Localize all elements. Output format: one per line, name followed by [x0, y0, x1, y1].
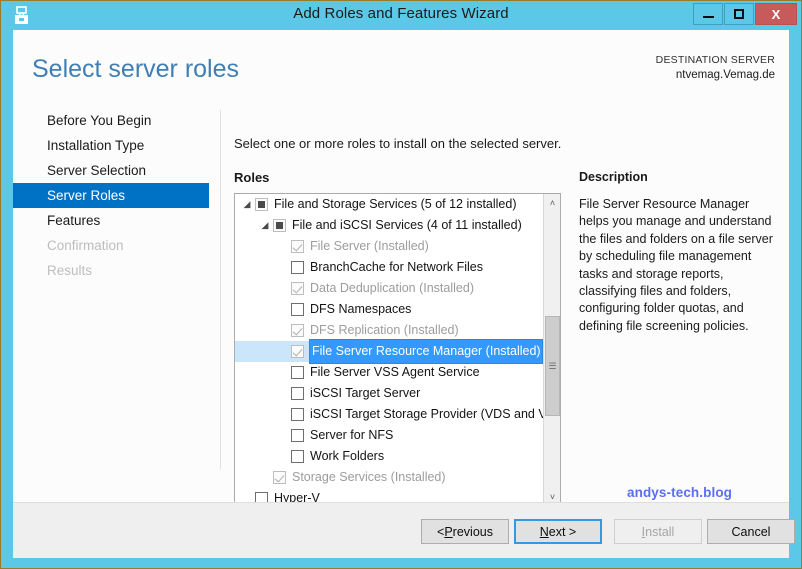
nav-item-label: Server Roles — [47, 188, 126, 203]
role-label: File Server VSS Agent Service — [310, 365, 480, 379]
role-checkbox[interactable] — [291, 303, 304, 316]
role-label: Data Deduplication (Installed) — [310, 281, 474, 295]
role-label: Storage Services (Installed) — [292, 470, 446, 484]
role-checkbox[interactable] — [291, 387, 304, 400]
next-button[interactable]: Next > — [514, 519, 602, 544]
description-body: File Server Resource Manager helps you m… — [579, 197, 773, 333]
wizard-window: Add Roles and Features Wizard X Select s… — [0, 0, 802, 569]
maximize-button[interactable] — [724, 3, 754, 25]
tree-row[interactable]: Storage Services (Installed) — [235, 467, 543, 488]
nav-item-label: Before You Begin — [47, 113, 152, 128]
tree-row[interactable]: File Server (Installed) — [235, 236, 543, 257]
nav-item-features[interactable]: Features — [13, 208, 209, 233]
nav-item-label: Results — [47, 263, 93, 278]
role-label: DFS Replication (Installed) — [310, 323, 459, 337]
nav-item-before-you-begin[interactable]: Before You Begin — [13, 108, 209, 133]
destination-server-name: ntvemag.Vemag.de — [675, 69, 775, 81]
wizard-steps-nav: Before You Begin Installation Type Server … — [13, 108, 209, 283]
role-label: Work Folders — [310, 449, 385, 463]
tree-row[interactable]: DFS Replication (Installed) — [235, 320, 543, 341]
install-button: Install — [614, 519, 702, 544]
role-checkbox — [291, 282, 304, 295]
role-checkbox[interactable] — [291, 366, 304, 379]
nav-item-server-roles[interactable]: Server Roles — [13, 183, 209, 208]
role-label: DFS Namespaces — [310, 302, 412, 316]
nav-item-confirmation: Confirmation — [13, 233, 209, 258]
close-button[interactable]: X — [755, 3, 797, 25]
nav-item-installation-type[interactable]: Installation Type — [13, 133, 209, 158]
nav-divider — [220, 110, 221, 470]
nav-item-label: Server Selection — [47, 163, 147, 178]
nav-item-label: Confirmation — [47, 238, 124, 253]
tree-row[interactable]: iSCSI Target Server — [235, 383, 543, 404]
nav-item-results: Results — [13, 258, 209, 283]
role-checkbox[interactable] — [291, 408, 304, 421]
role-checkbox — [273, 471, 286, 484]
nav-item-server-selection[interactable]: Server Selection — [13, 158, 209, 183]
description-title: Description — [579, 170, 648, 184]
tree-row[interactable]: Data Deduplication (Installed) — [235, 278, 543, 299]
close-icon: X — [771, 6, 781, 22]
window-title: Add Roles and Features Wizard — [293, 5, 509, 22]
role-checkbox[interactable] — [255, 198, 268, 211]
wizard-content: Select server roles DESTINATION SERVER n… — [13, 30, 789, 523]
title-bar: Add Roles and Features Wizard X — [1, 1, 801, 30]
role-checkbox[interactable] — [291, 261, 304, 274]
tree-row[interactable]: File Server Resource Manager (Installed) — [235, 339, 543, 364]
role-label: File Server (Installed) — [310, 239, 429, 253]
roles-tree[interactable]: ◢ File and Storage Services (5 of 12 inst… — [234, 193, 561, 523]
page-title: Select server roles — [32, 55, 240, 83]
role-label: File Server Resource Manager (Installed) — [309, 339, 543, 364]
roles-tree-viewport: ◢ File and Storage Services (5 of 12 inst… — [235, 194, 543, 505]
destination-server-block: DESTINATION SERVER ntvemag.Vemag.de — [656, 53, 775, 83]
role-label: iSCSI Target Storage Provider (VDS and V… — [310, 407, 543, 421]
role-checkbox[interactable] — [291, 450, 304, 463]
nav-item-label: Features — [47, 213, 101, 228]
vertical-scroll-thumb[interactable]: ☰ — [545, 316, 560, 416]
tree-row[interactable]: Work Folders — [235, 446, 543, 467]
role-checkbox — [291, 240, 304, 253]
minimize-button[interactable] — [693, 3, 723, 25]
role-label: iSCSI Target Server — [310, 386, 421, 400]
maximize-icon — [734, 9, 744, 19]
tree-row[interactable]: File Server VSS Agent Service — [235, 362, 543, 383]
role-checkbox[interactable] — [273, 219, 286, 232]
wizard-footer: < Previous Next > Install Cancel — [13, 502, 795, 558]
watermark: andys-tech.blog — [627, 485, 733, 500]
role-label: File and iSCSI Services (4 of 11 install… — [292, 218, 522, 232]
cancel-button[interactable]: Cancel — [707, 519, 795, 544]
role-label: BranchCache for Network Files — [310, 260, 483, 274]
nav-item-label: Installation Type — [47, 138, 145, 153]
instruction-text: Select one or more roles to install on t… — [234, 136, 562, 151]
role-label: Server for NFS — [310, 428, 394, 442]
tree-row[interactable]: ◢ File and iSCSI Services (4 of 11 instal… — [235, 215, 543, 236]
role-checkbox — [291, 324, 304, 337]
tree-row[interactable]: BranchCache for Network Files — [235, 257, 543, 278]
tree-row[interactable]: DFS Namespaces — [235, 299, 543, 320]
destination-server-label: DESTINATION SERVER — [655, 54, 775, 66]
tree-row[interactable]: Server for NFS — [235, 425, 543, 446]
expand-collapse-icon[interactable]: ◢ — [239, 194, 255, 215]
scroll-up-icon[interactable]: ˄ — [544, 194, 560, 211]
role-label: File and Storage Services (5 of 12 insta… — [274, 197, 517, 211]
expand-collapse-icon[interactable]: ◢ — [257, 215, 273, 236]
minimize-icon — [702, 15, 714, 18]
tree-row[interactable]: ◢ File and Storage Services (5 of 12 inst… — [235, 194, 543, 215]
role-checkbox[interactable] — [291, 429, 304, 442]
roles-tree-vertical-scrollbar[interactable]: ˄ ☰ ˅ — [543, 194, 560, 505]
description-pane: Description File Server Resource Manager… — [579, 170, 779, 335]
tree-row[interactable]: iSCSI Target Storage Provider (VDS and V… — [235, 404, 543, 425]
scroll-grip-icon: ☰ — [548, 361, 557, 371]
previous-button[interactable]: < Previous — [421, 519, 509, 544]
role-checkbox — [291, 345, 304, 358]
roles-label: Roles — [234, 170, 270, 185]
